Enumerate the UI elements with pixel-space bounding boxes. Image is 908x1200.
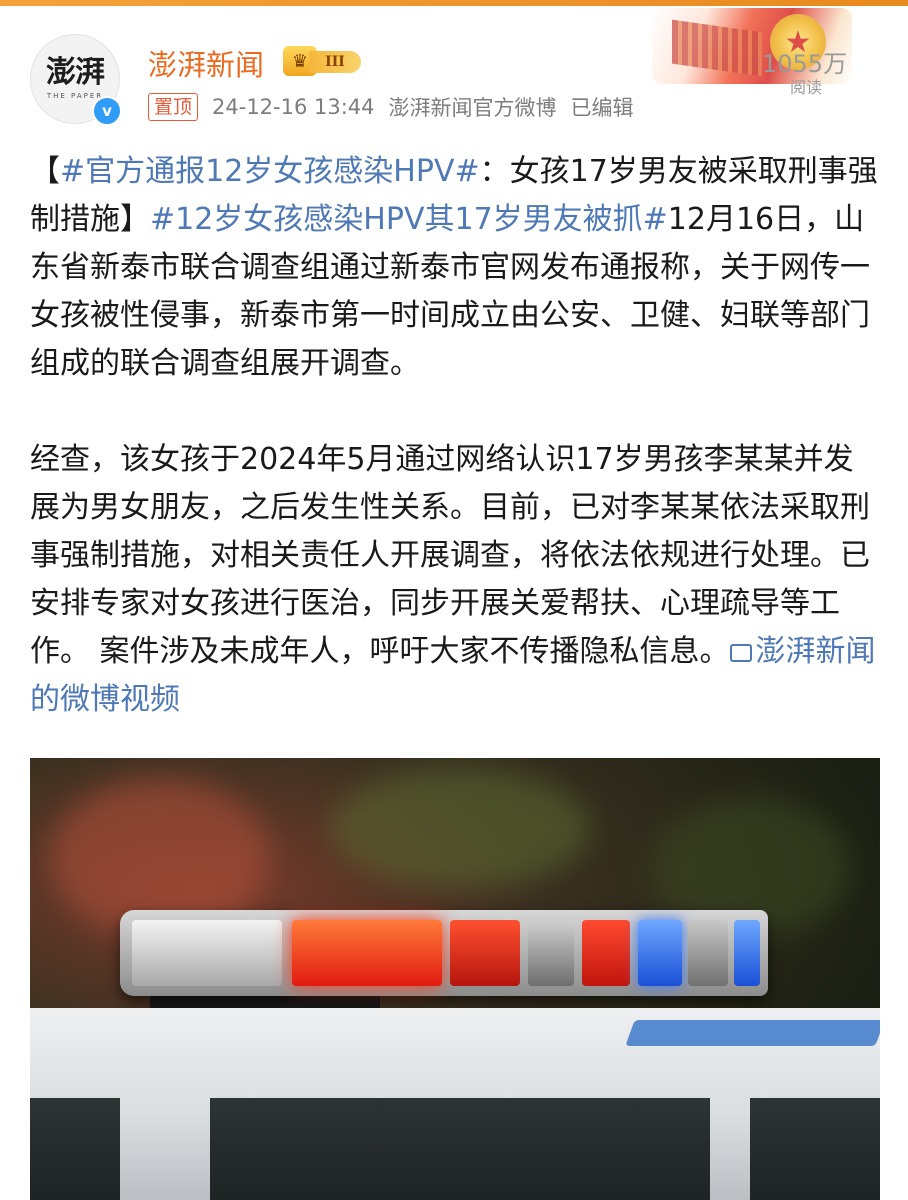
- post-image[interactable]: [30, 758, 880, 1200]
- light-blue: [638, 920, 682, 986]
- post-timestamp: 24-12-16 13:44: [212, 95, 375, 119]
- post-body: 【#官方通报12岁女孩感染HPV#：女孩17岁男友被采取刑事强制措施】#12岁女…: [30, 148, 882, 724]
- post-paragraph-2: 经查，该女孩于2024年5月通过网络认识17岁男孩李某某并发展为男女朋友，之后发…: [30, 436, 882, 724]
- car-window: [750, 1098, 880, 1200]
- avatar-logo-subtitle: THE PAPER: [46, 92, 104, 100]
- video-icon: [729, 644, 752, 662]
- light-blue: [734, 920, 760, 986]
- post-paragraph-1: 【#官方通报12岁女孩感染HPV#：女孩17岁男友被采取刑事强制措施】#12岁女…: [30, 148, 882, 388]
- light-red: [450, 920, 520, 986]
- username[interactable]: 澎湃新闻: [148, 42, 264, 84]
- topic-link-2[interactable]: #12岁女孩感染HPV其17岁男友被抓#: [150, 202, 668, 237]
- car-window: [210, 1098, 710, 1200]
- light-clear: [528, 920, 574, 986]
- member-level-badge[interactable]: ♛ III: [283, 46, 365, 76]
- car-window: [30, 1098, 120, 1200]
- light-red: [582, 920, 630, 986]
- topic-link-1[interactable]: #官方通报12岁女孩感染HPV#: [60, 154, 480, 189]
- edited-label[interactable]: 已编辑: [571, 92, 634, 122]
- light-clear: [132, 920, 282, 986]
- building-illustration: [672, 19, 762, 77]
- car-roof-stripe: [625, 1020, 880, 1046]
- post-meta: 置顶 24-12-16 13:44 澎湃新闻官方微博 已编辑: [148, 92, 634, 122]
- post-source[interactable]: 澎湃新闻官方微博: [389, 92, 557, 122]
- light-red: [292, 920, 442, 986]
- bracket-open: 【: [30, 154, 60, 189]
- light-clear: [688, 920, 728, 986]
- read-count-label: 阅读: [790, 78, 823, 97]
- police-lightbar: [120, 910, 768, 996]
- top-strip: [0, 0, 908, 6]
- member-level-label: III: [309, 51, 361, 73]
- pinned-tag: 置顶: [148, 93, 199, 121]
- avatar-logo-text: 澎湃: [46, 55, 105, 90]
- bokeh-light: [330, 768, 590, 888]
- verified-icon: v: [92, 96, 122, 126]
